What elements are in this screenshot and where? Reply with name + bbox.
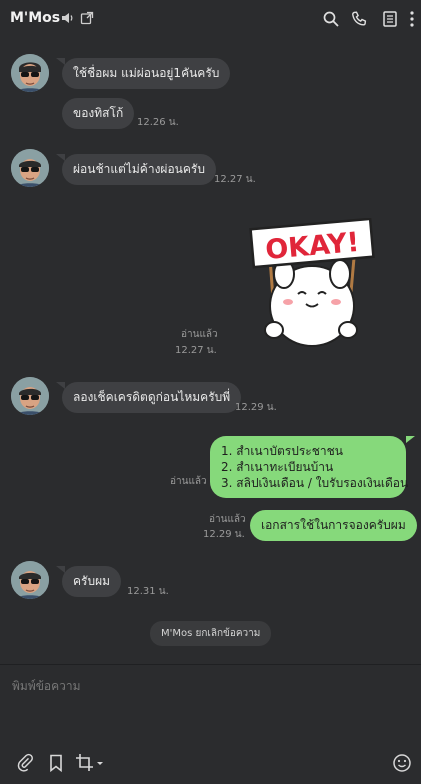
message-list[interactable]: ใช้ชื่อผม แม่ผ่อนอยู่1คันครับ ของทิสโก้ …: [0, 38, 421, 664]
chat-title: M'Mos: [10, 10, 61, 26]
read-receipt: อ่านแล้ว: [209, 514, 246, 525]
avatar-photo: [11, 377, 49, 415]
message-text: เอกสารใช้ในการจองครับผม: [261, 518, 406, 532]
okay-sticker[interactable]: OKAY!: [248, 218, 376, 352]
message-bubble[interactable]: เอกสารใช้ในการจองครับผม: [250, 510, 417, 541]
notes-icon[interactable]: [381, 10, 399, 28]
message-bubble[interactable]: ลองเช็คเครดิตดูก่อนไหมครับพี่: [62, 382, 242, 413]
bookmark-icon[interactable]: [46, 753, 66, 773]
screenshot-crop-icon[interactable]: [75, 753, 95, 773]
chat-header: M'Mos: [0, 0, 421, 38]
search-icon[interactable]: [322, 10, 340, 28]
read-receipt: อ่านแล้ว: [181, 329, 218, 340]
bubble-tail: [406, 436, 415, 443]
composer: [0, 665, 421, 784]
avatar[interactable]: [11, 149, 49, 187]
message-text: ใช้ชื่อผม แม่ผ่อนอยู่1คันครับ: [73, 66, 220, 80]
message-time: 12.27 น.: [175, 345, 217, 356]
message-bubble[interactable]: 1. สำเนาบัตรประชาชน 2. สำเนาทะเบียนบ้าน …: [210, 436, 409, 498]
emoji-icon[interactable]: [392, 753, 412, 773]
message-bubble[interactable]: ใช้ชื่อผม แม่ผ่อนอยู่1คันครับ: [62, 58, 231, 89]
avatar-photo: [11, 561, 49, 599]
message-bubble[interactable]: ของทิสโก้: [62, 98, 135, 129]
message-line: 1. สำเนาบัตรประชาชน: [221, 444, 343, 458]
dropdown-caret-icon[interactable]: [96, 753, 104, 773]
phone-icon[interactable]: [350, 10, 368, 28]
message-time: 12.29 น.: [235, 402, 277, 413]
message-bubble[interactable]: ครับผม: [62, 566, 122, 597]
more-vertical-icon[interactable]: [408, 10, 416, 28]
speaker-icon[interactable]: [60, 11, 74, 25]
attach-icon[interactable]: [15, 753, 35, 773]
avatar[interactable]: [11, 54, 49, 92]
avatar-photo: [11, 149, 49, 187]
external-window-icon[interactable]: [80, 11, 94, 25]
message-time: 12.27 น.: [214, 174, 256, 185]
message-line: 2. สำเนาทะเบียนบ้าน: [221, 460, 334, 474]
avatar-photo: [11, 54, 49, 92]
message-line: 3. สลิปเงินเดือน / ใบรับรองเงินเดือน: [221, 476, 409, 490]
message-text: ของทิสโก้: [73, 106, 124, 120]
message-text: ครับผม: [73, 574, 111, 588]
message-text: ผ่อนช้าแต่ไม่ค้างผ่อนครับ: [73, 162, 205, 176]
read-receipt: อ่านแล้ว: [170, 476, 207, 487]
message-bubble[interactable]: ผ่อนช้าแต่ไม่ค้างผ่อนครับ: [62, 154, 216, 185]
system-notice: M'Mos ยกเลิกข้อความ: [150, 621, 272, 646]
avatar[interactable]: [11, 561, 49, 599]
message-time: 12.29 น.: [203, 529, 245, 540]
avatar[interactable]: [11, 377, 49, 415]
message-time: 12.26 น.: [137, 117, 179, 128]
message-time: 12.31 น.: [127, 586, 169, 597]
message-input[interactable]: [12, 677, 408, 737]
message-text: ลองเช็คเครดิตดูก่อนไหมครับพี่: [73, 390, 231, 404]
